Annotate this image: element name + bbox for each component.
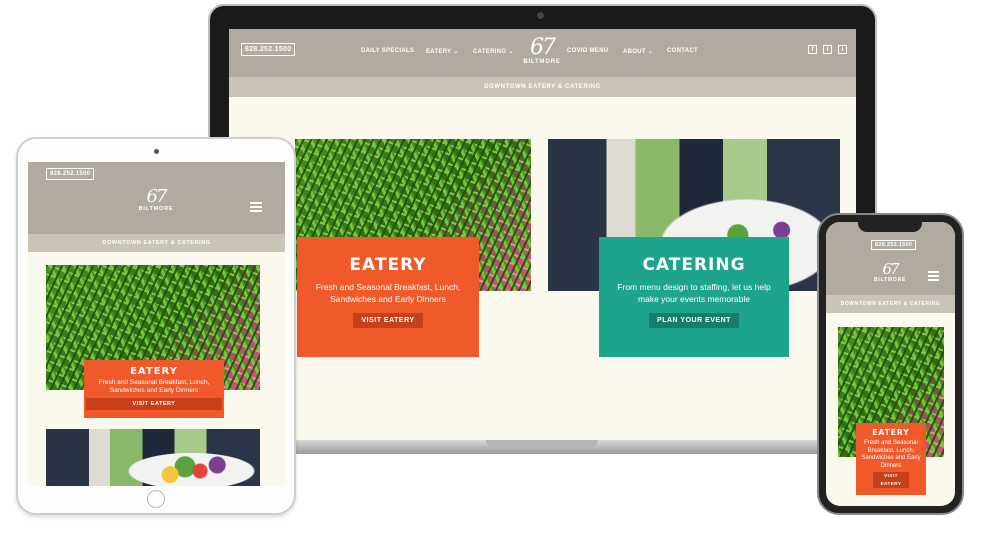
phone-eatery-title: EATERY (872, 428, 910, 437)
plan-event-button[interactable]: PLAN YOUR EVENT (649, 313, 739, 328)
nav-covid-menu[interactable]: COVID MENU (567, 48, 608, 54)
phone-screen: 828.252.1500 67 BILTMORE DOWNTOWN EATERY… (826, 222, 955, 506)
nav-eatery[interactable]: EATERY ⌄ (426, 48, 459, 55)
device-mockup-stage: 828.252.1500 DAILY SPECIALS EATERY ⌄ CAT… (0, 0, 992, 540)
catering-title: CATERING (642, 255, 746, 275)
site-logo[interactable]: 67 BILTMORE (522, 35, 562, 66)
phone-eatery-description: Fresh and Seasonal Breakfast, Lunch, San… (861, 440, 921, 469)
phone-logo[interactable]: 67 BILTMORE (874, 260, 907, 284)
phone-number-link[interactable]: 828.252.1500 (241, 43, 296, 56)
nav-catering[interactable]: CATERING ⌄ (473, 48, 514, 55)
tablet-home-button (147, 490, 165, 508)
tablet-logo[interactable]: 67 BILTMORE (136, 186, 176, 213)
phone-logo-text: BILTMORE (874, 277, 907, 283)
logo-text: BILTMORE (523, 59, 561, 65)
site-header: 828.252.1500 DAILY SPECIALS EATERY ⌄ CAT… (229, 29, 856, 77)
facebook-icon[interactable]: f (808, 45, 817, 54)
visit-eatery-button[interactable]: VISIT EATERY (353, 313, 423, 328)
nav-about[interactable]: ABOUT ⌄ (623, 48, 653, 55)
phone-logo-number: 67 (882, 260, 899, 278)
eatery-description: Fresh and Seasonal Breakfast, Lunch, San… (315, 282, 461, 304)
phone-phone-link[interactable]: 828.252.1500 (871, 240, 917, 250)
tagline-bar: DOWNTOWN EATERY & CATERING (229, 77, 856, 97)
hamburger-menu-icon[interactable] (250, 202, 262, 214)
tablet-visit-eatery-button[interactable]: VISIT EATERY (86, 398, 222, 410)
nav-contact[interactable]: CONTACT (667, 48, 698, 54)
phone-header: 828.252.1500 67 BILTMORE (826, 222, 955, 295)
laptop-notch (486, 440, 598, 447)
tablet-camera (154, 149, 159, 154)
nav-daily-specials[interactable]: DAILY SPECIALS (361, 48, 414, 54)
twitter-icon[interactable]: t (823, 45, 832, 54)
laptop-camera (537, 12, 544, 19)
instagram-icon[interactable]: i (838, 45, 847, 54)
catering-description: From menu design to staffing, let us hel… (617, 282, 771, 304)
tablet-catering-image (46, 429, 260, 486)
tablet-tagline-bar: DOWNTOWN EATERY & CATERING (28, 234, 285, 252)
tablet-phone-link[interactable]: 828.252.1500 (46, 168, 95, 180)
tablet-eatery-description: Fresh and Seasonal Breakfast, Lunch, San… (98, 379, 210, 394)
tablet-logo-number: 67 (146, 186, 168, 207)
catering-card: CATERING From menu design to staffing, l… (599, 237, 789, 357)
eatery-title: EATERY (349, 255, 427, 275)
eatery-card: EATERY Fresh and Seasonal Breakfast, Lun… (297, 237, 479, 357)
phone-visit-eatery-button[interactable]: VISIT EATERY (873, 472, 909, 488)
logo-number: 67 (530, 35, 556, 60)
laptop-screen: 828.252.1500 DAILY SPECIALS EATERY ⌄ CAT… (229, 29, 856, 440)
phone-tagline-bar: DOWNTOWN EATERY & CATERING (826, 295, 955, 313)
tablet-screen: 828.252.1500 67 BILTMORE DOWNTOWN EATERY… (28, 162, 285, 486)
tablet-header: 828.252.1500 67 BILTMORE (28, 162, 285, 234)
phone-hamburger-menu-icon[interactable] (928, 271, 939, 283)
tablet-logo-text: BILTMORE (138, 206, 174, 212)
phone-notch (858, 221, 922, 232)
tablet-eatery-title: EATERY (130, 366, 178, 377)
